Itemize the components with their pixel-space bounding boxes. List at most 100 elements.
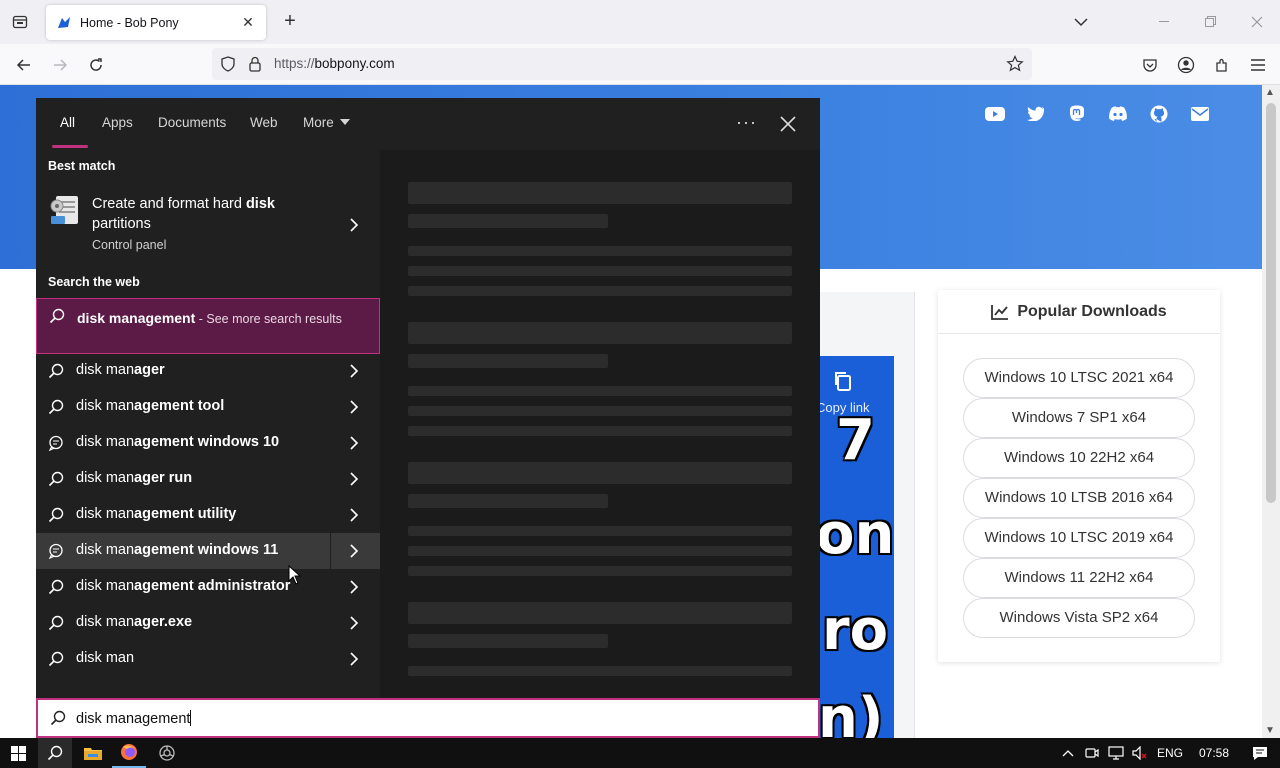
chevron-right-icon[interactable] bbox=[349, 436, 359, 450]
github-icon[interactable] bbox=[1148, 103, 1169, 124]
video-thumbnail[interactable]: Copy link 7 on ro n) bbox=[820, 356, 894, 738]
account-icon[interactable] bbox=[1168, 52, 1204, 78]
loading-placeholder bbox=[408, 386, 792, 396]
search-suggestion[interactable]: disk manager run bbox=[36, 461, 380, 497]
scroll-down-arrow-icon[interactable]: ▼ bbox=[1265, 725, 1275, 736]
tab-web[interactable]: Web bbox=[250, 115, 278, 130]
download-link-ltsc-2019[interactable]: Windows 10 LTSC 2019 x64 bbox=[963, 518, 1195, 558]
lock-icon[interactable] bbox=[248, 56, 262, 72]
search-suggestion[interactable]: disk management windows 10 bbox=[36, 425, 380, 461]
notification-center-icon[interactable] bbox=[1240, 738, 1280, 768]
popular-downloads-widget: Popular Downloads Windows 10 LTSC 2021 x… bbox=[938, 290, 1220, 662]
chevron-right-icon[interactable] bbox=[349, 544, 359, 558]
chevron-right-icon[interactable] bbox=[349, 218, 359, 232]
download-link-vista-sp2[interactable]: Windows Vista SP2 x64 bbox=[963, 598, 1195, 638]
loading-placeholder bbox=[408, 602, 792, 624]
file-explorer-icon[interactable] bbox=[76, 738, 110, 768]
extensions-icon[interactable] bbox=[1204, 52, 1240, 78]
best-match-title: Create and format hard disk partitions bbox=[92, 196, 275, 232]
new-tab-button[interactable]: + bbox=[278, 10, 302, 34]
search-suggestion[interactable]: disk man bbox=[36, 641, 380, 677]
minimize-window-icon[interactable] bbox=[1142, 0, 1188, 44]
popular-downloads-title: Popular Downloads bbox=[1017, 302, 1167, 320]
suggestion-label: disk manager.exe bbox=[76, 614, 193, 630]
clock[interactable]: 07:58 bbox=[1188, 738, 1240, 768]
firefox-view-icon[interactable] bbox=[8, 10, 32, 34]
copy-link-icon[interactable] bbox=[832, 370, 854, 392]
search-input[interactable]: disk management bbox=[76, 710, 192, 727]
url-bar[interactable]: https://bobpony.com bbox=[212, 48, 1032, 80]
loading-placeholder bbox=[408, 322, 792, 344]
chevron-right-icon[interactable] bbox=[349, 364, 359, 378]
search-suggestion[interactable]: disk management utility bbox=[36, 497, 380, 533]
bookmark-star-icon[interactable] bbox=[1006, 55, 1024, 73]
tab-title: Home - Bob Pony bbox=[80, 15, 179, 30]
search-suggestion[interactable]: disk manager bbox=[36, 353, 380, 389]
loading-placeholder bbox=[408, 286, 792, 296]
loading-placeholder bbox=[408, 406, 792, 416]
download-link-win11-22h2[interactable]: Windows 11 22H2 x64 bbox=[963, 558, 1195, 598]
scrollbar-thumb[interactable] bbox=[1266, 103, 1276, 503]
loading-placeholder bbox=[408, 546, 792, 556]
chevron-right-icon[interactable] bbox=[349, 580, 359, 594]
firefox-taskbar-icon[interactable] bbox=[112, 738, 146, 768]
loading-placeholder bbox=[408, 666, 792, 676]
close-window-icon[interactable] bbox=[1234, 0, 1280, 44]
tab-more[interactable]: More bbox=[303, 115, 350, 130]
pocket-icon[interactable] bbox=[1132, 52, 1168, 78]
discord-icon[interactable] bbox=[1107, 103, 1128, 124]
search-suggestion[interactable]: disk management windows 11 bbox=[36, 533, 380, 569]
language-indicator[interactable]: ENG bbox=[1152, 738, 1188, 768]
web-search-top-result[interactable]: disk management - See more search result… bbox=[36, 298, 380, 354]
show-hidden-icons-chevron-icon[interactable] bbox=[1056, 738, 1080, 768]
page-scrollbar[interactable]: ▲ ▼ bbox=[1262, 85, 1280, 738]
forward-arrow-icon[interactable] bbox=[47, 52, 73, 78]
browser-tab[interactable]: Home - Bob Pony ✕ bbox=[46, 5, 266, 40]
close-icon[interactable] bbox=[776, 112, 800, 136]
restore-window-icon[interactable] bbox=[1188, 0, 1234, 44]
chevron-right-icon[interactable] bbox=[349, 616, 359, 630]
tab-close-icon[interactable]: ✕ bbox=[240, 14, 256, 31]
menu-hamburger-icon[interactable] bbox=[1240, 52, 1276, 78]
search-suggestion[interactable]: disk management administrator bbox=[36, 569, 380, 605]
search-box[interactable]: disk management bbox=[36, 698, 820, 738]
tab-apps[interactable]: Apps bbox=[102, 115, 133, 130]
download-link-ltsb-2016[interactable]: Windows 10 LTSB 2016 x64 bbox=[963, 478, 1195, 518]
more-options-icon[interactable]: ··· bbox=[736, 112, 757, 133]
tab-all[interactable]: All bbox=[60, 115, 75, 130]
search-suggestion[interactable]: disk management tool bbox=[36, 389, 380, 425]
reload-icon[interactable] bbox=[83, 52, 109, 78]
browser-app-icon[interactable] bbox=[150, 738, 184, 768]
loading-placeholder bbox=[408, 214, 608, 228]
tracking-protection-shield-icon[interactable] bbox=[220, 56, 236, 72]
back-arrow-icon[interactable] bbox=[11, 52, 37, 78]
search-suggestion[interactable]: disk manager.exe bbox=[36, 605, 380, 641]
windows-start-icon[interactable] bbox=[0, 738, 36, 768]
video-text-4: n) bbox=[820, 686, 884, 738]
chevron-right-icon[interactable] bbox=[349, 472, 359, 486]
twitter-icon[interactable] bbox=[1025, 103, 1046, 124]
list-all-tabs-icon[interactable] bbox=[1058, 0, 1104, 44]
suggestion-label: disk manager run bbox=[76, 470, 193, 486]
chevron-right-icon[interactable] bbox=[349, 652, 359, 666]
suggestion-label: disk management windows 11 bbox=[76, 542, 279, 558]
download-link-win10-22h2[interactable]: Windows 10 22H2 x64 bbox=[963, 438, 1195, 478]
email-icon[interactable] bbox=[1189, 103, 1210, 124]
row-separator bbox=[330, 533, 331, 569]
scroll-up-arrow-icon[interactable]: ▲ bbox=[1265, 87, 1275, 98]
search-icon bbox=[48, 363, 64, 379]
meet-now-icon[interactable] bbox=[1080, 738, 1104, 768]
download-link-win7-sp1[interactable]: Windows 7 SP1 x64 bbox=[963, 398, 1195, 438]
taskbar-search-icon[interactable] bbox=[38, 738, 72, 768]
disk-management-app-icon bbox=[50, 196, 78, 224]
chevron-right-icon[interactable] bbox=[349, 400, 359, 414]
popular-downloads-header: Popular Downloads bbox=[938, 290, 1220, 334]
network-icon[interactable] bbox=[1104, 738, 1128, 768]
best-match-result[interactable]: Create and format hard disk partitions Co… bbox=[36, 190, 380, 262]
tab-documents[interactable]: Documents bbox=[158, 115, 226, 130]
youtube-icon[interactable] bbox=[984, 103, 1005, 124]
mastodon-icon[interactable] bbox=[1066, 103, 1087, 124]
download-link-ltsc-2021[interactable]: Windows 10 LTSC 2021 x64 bbox=[963, 358, 1195, 398]
volume-muted-icon[interactable] bbox=[1128, 738, 1152, 768]
chevron-right-icon[interactable] bbox=[349, 508, 359, 522]
